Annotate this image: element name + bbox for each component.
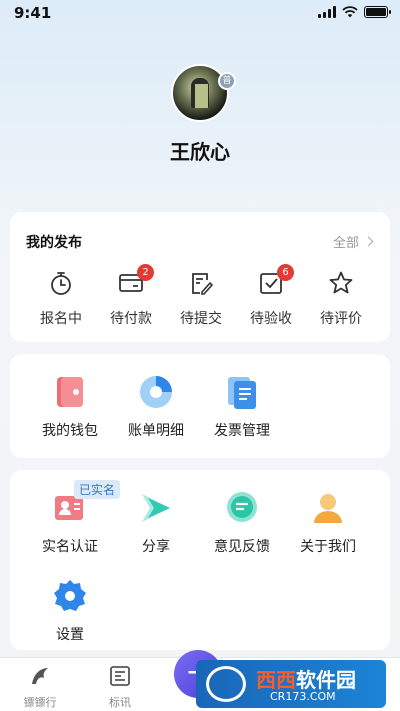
wallet-icon xyxy=(52,374,88,410)
watermark-url: CR173.COM xyxy=(270,690,336,703)
grid-label: 实名认证 xyxy=(42,539,98,555)
news-icon xyxy=(108,664,132,688)
card-icon: 2 xyxy=(118,264,154,296)
pub-item-pending-payment[interactable]: 2 待付款 xyxy=(96,264,166,328)
grid-label: 意见反馈 xyxy=(214,539,270,555)
share-entry[interactable]: 分享 xyxy=(116,490,196,556)
stopwatch-icon xyxy=(48,270,74,296)
badge-count: 6 xyxy=(277,264,294,281)
see-all-link[interactable]: 全部 xyxy=(332,232,374,251)
level-badge: 普 xyxy=(218,72,236,90)
edit-document-icon xyxy=(188,270,214,296)
grid-label: 我的钱包 xyxy=(42,423,98,439)
feedback-icon xyxy=(224,490,260,526)
verified-tag: 已实名 xyxy=(74,480,121,499)
grid-label: 关于我们 xyxy=(300,539,356,555)
check-box-icon: 6 xyxy=(258,264,294,296)
pub-item-pending-acceptance[interactable]: 6 待验收 xyxy=(236,264,306,328)
wifi-icon xyxy=(342,6,358,18)
tab-label: 标讯 xyxy=(109,696,131,709)
feedback-entry[interactable]: 意见反馈 xyxy=(202,490,282,556)
pub-item-signing-up[interactable]: 报名中 xyxy=(26,270,96,328)
avatar[interactable] xyxy=(171,64,229,122)
tab-home[interactable]: 镖镖行 xyxy=(10,664,70,710)
badge-count: 2 xyxy=(137,264,154,281)
gear-icon xyxy=(52,578,88,614)
chevron-right-icon xyxy=(363,236,374,247)
pub-label: 报名中 xyxy=(40,311,82,327)
watermark-logo xyxy=(206,666,246,702)
status-bar: 9:41 xyxy=(0,0,400,28)
publications-title: 我的发布 xyxy=(26,235,82,251)
settings-entry[interactable]: 设置 xyxy=(30,578,110,644)
tab-label: 镖镖行 xyxy=(23,696,57,709)
grid-label: 发票管理 xyxy=(214,423,270,439)
horse-logo-icon xyxy=(28,664,52,688)
invoice-entry[interactable]: 发票管理 xyxy=(202,374,282,440)
see-all-label: 全部 xyxy=(332,236,359,251)
grid-label: 设置 xyxy=(56,627,84,643)
pub-label: 待提交 xyxy=(180,311,222,327)
wallet-entry[interactable]: 我的钱包 xyxy=(30,374,110,440)
watermark-title: 西西软件园 xyxy=(256,668,356,692)
star-icon xyxy=(328,270,354,296)
person-icon xyxy=(310,490,346,526)
tab-news[interactable]: 标讯 xyxy=(90,664,150,710)
pub-label: 待付款 xyxy=(110,311,152,327)
battery-icon xyxy=(364,6,391,18)
signal-icon xyxy=(318,6,336,18)
grid-label: 账单明细 xyxy=(128,423,184,439)
pub-label: 待评价 xyxy=(320,311,362,327)
pub-item-pending-submit[interactable]: 待提交 xyxy=(166,270,236,328)
grid-label: 分享 xyxy=(142,539,170,555)
about-us-entry[interactable]: 关于我们 xyxy=(288,490,368,556)
profile-header: 普 王欣心 xyxy=(0,64,400,165)
invoice-icon xyxy=(224,374,260,410)
username: 王欣心 xyxy=(170,140,230,164)
site-watermark: 西西软件园 CR173.COM xyxy=(196,660,386,708)
real-name-auth-entry[interactable]: 实名认证 xyxy=(30,490,110,556)
pub-label: 待验收 xyxy=(250,311,292,327)
pub-item-pending-review[interactable]: 待评价 xyxy=(306,270,376,328)
share-arrow-icon xyxy=(138,490,174,526)
status-time: 9:41 xyxy=(14,4,52,22)
finance-card: 我的钱包 账单明细 发票管理 xyxy=(10,354,390,458)
pie-chart-icon xyxy=(138,374,174,410)
bill-details-entry[interactable]: 账单明细 xyxy=(116,374,196,440)
status-icons xyxy=(318,6,391,18)
services-card: 实名认证 已实名 分享 意见反馈 关于我们 设置 xyxy=(10,470,390,650)
publications-card: 我的发布 全部 报名中 2 待付款 待提交 6 待验收 待评价 xyxy=(10,212,390,342)
